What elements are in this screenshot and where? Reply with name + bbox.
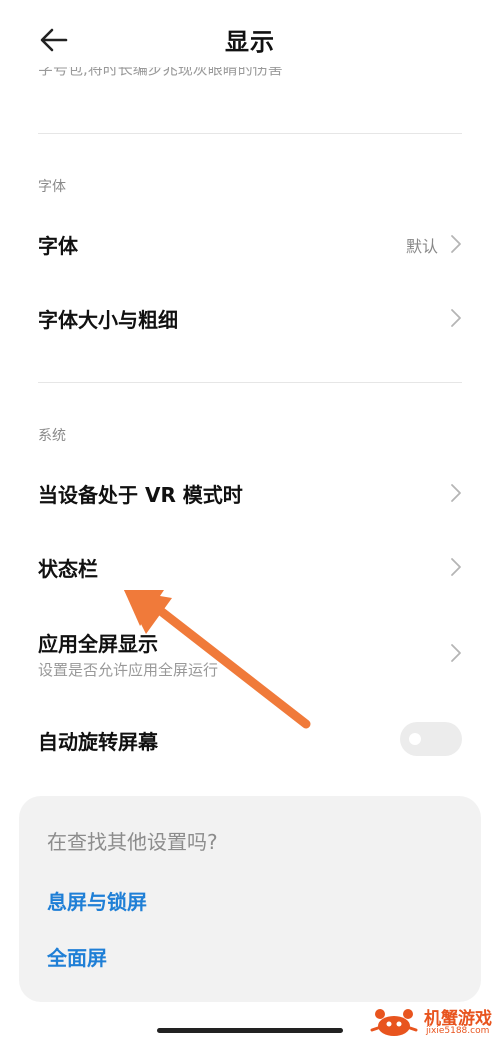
section-label-font: 字体 <box>38 179 66 195</box>
chevron-right-icon <box>451 484 461 502</box>
auto-rotate-toggle[interactable] <box>400 722 462 756</box>
watermark-url: jixie5188.com <box>426 1026 490 1036</box>
page-title: 显示 <box>225 28 275 56</box>
row-app-fullscreen-subtitle: 设置是否允许应用全屏运行 <box>38 661 219 679</box>
chevron-right-icon <box>451 644 461 662</box>
row-app-fullscreen-title: 应用全屏显示 <box>38 632 158 656</box>
suggestion-title: 在查找其他设置吗? <box>47 830 218 854</box>
row-vr-mode-title: 当设备处于 VR 模式时 <box>38 483 243 507</box>
crab-logo-icon <box>370 1009 418 1036</box>
divider <box>38 382 462 383</box>
row-font-title: 字体 <box>38 234 78 258</box>
row-app-fullscreen[interactable]: 应用全屏显示 设置是否允许应用全屏运行 <box>0 620 500 686</box>
chevron-right-icon <box>451 235 461 253</box>
row-vr-mode[interactable]: 当设备处于 VR 模式时 <box>0 471 500 515</box>
row-font[interactable]: 字体 默认 <box>0 222 500 266</box>
divider <box>38 133 462 134</box>
chevron-right-icon <box>451 558 461 576</box>
home-indicator <box>157 1028 343 1033</box>
row-status-bar[interactable]: 状态栏 <box>0 545 500 589</box>
row-status-bar-title: 状态栏 <box>38 557 98 581</box>
toggle-knob <box>409 733 421 745</box>
row-font-value: 默认 <box>405 237 438 256</box>
watermark: 机蟹游戏 jixie5188.com <box>366 1002 498 1040</box>
row-font-size-weight[interactable]: 字体大小与粗细 <box>0 296 500 340</box>
row-auto-rotate-title: 自动旋转屏幕 <box>38 730 158 754</box>
section-label-system: 系统 <box>38 428 66 444</box>
suggestion-link-full-screen[interactable]: 全面屏 <box>47 942 107 971</box>
suggestion-link-screen-off-lock[interactable]: 息屏与锁屏 <box>47 886 147 915</box>
suggestion-card: 在查找其他设置吗? 息屏与锁屏 全面屏 <box>19 796 481 1002</box>
chevron-right-icon <box>451 309 461 327</box>
row-font-size-title: 字体大小与粗细 <box>38 308 178 332</box>
